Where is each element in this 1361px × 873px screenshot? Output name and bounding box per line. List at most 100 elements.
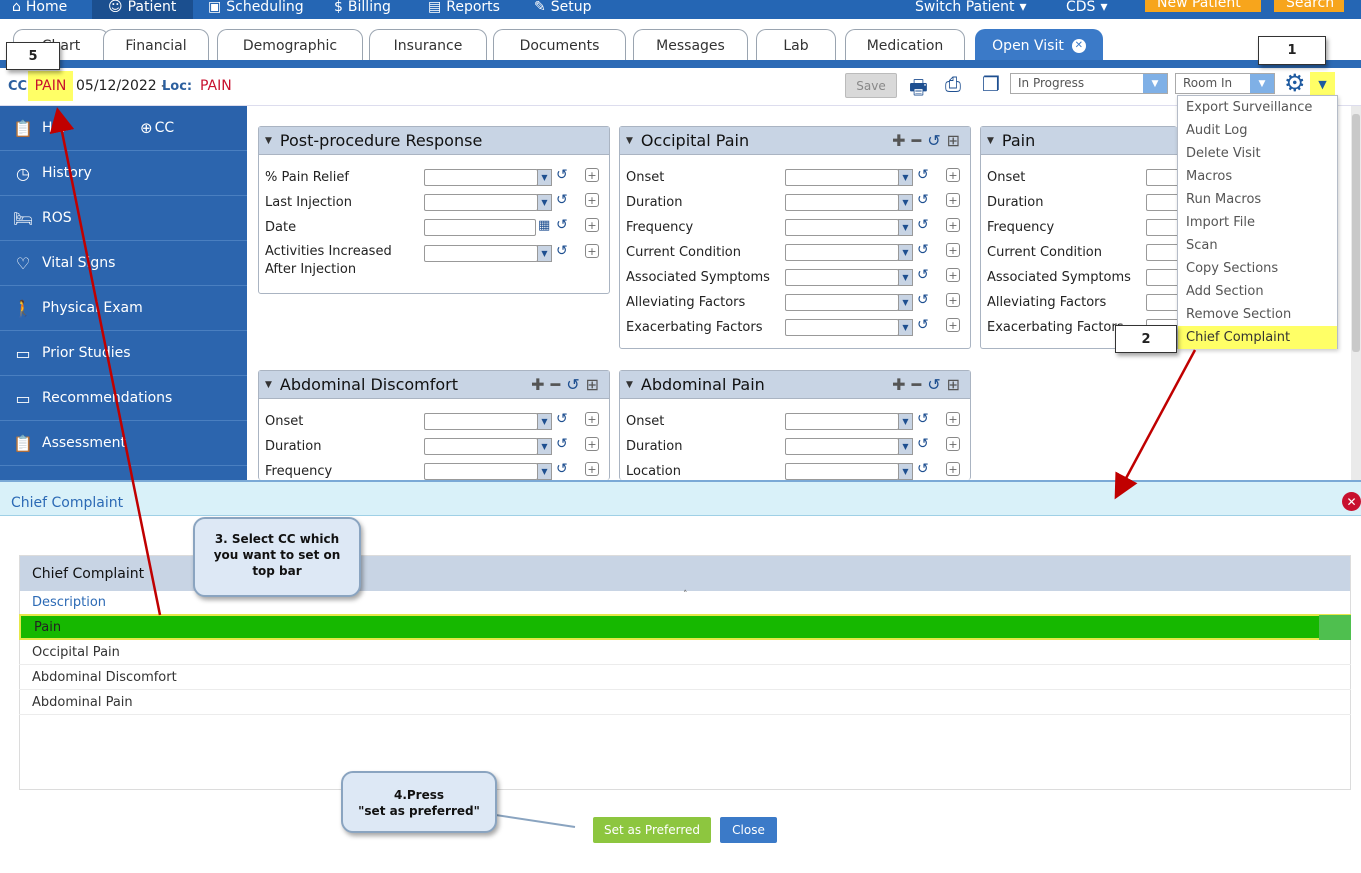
new-patient-button[interactable]: New Patient bbox=[1145, 0, 1261, 12]
collapse-caret-icon[interactable]: ▼ bbox=[265, 380, 272, 390]
tab-insurance[interactable]: Insurance bbox=[369, 29, 487, 61]
reset-icon[interactable]: ↺ bbox=[556, 167, 568, 183]
comment-add-icon[interactable]: + bbox=[946, 168, 960, 182]
print-icon[interactable]: 🖶 bbox=[909, 73, 928, 107]
value-field[interactable] bbox=[785, 413, 899, 430]
reset-icon[interactable]: ↺ bbox=[927, 131, 940, 150]
remove-icon[interactable]: ━ bbox=[912, 375, 922, 394]
scrollbar-thumb[interactable] bbox=[1352, 114, 1360, 352]
collapse-caret-icon[interactable]: ▼ bbox=[987, 136, 994, 146]
cc-value[interactable]: PAIN bbox=[28, 71, 73, 101]
dropdown-arrow-icon[interactable]: ▼ bbox=[898, 269, 913, 286]
gear-icon[interactable]: ⚙ bbox=[1284, 70, 1306, 96]
menu-delete-visit[interactable]: Delete Visit bbox=[1178, 142, 1337, 165]
tab-lab[interactable]: Lab bbox=[756, 29, 836, 61]
user-menu[interactable]: CDS ▾ bbox=[1066, 0, 1107, 19]
collapse-caret-icon[interactable]: ▼ bbox=[626, 380, 633, 390]
dropdown-arrow-icon[interactable]: ▼ bbox=[537, 194, 552, 211]
menu-import-file[interactable]: Import File bbox=[1178, 211, 1337, 234]
room-select[interactable]: Room In ▼ bbox=[1175, 73, 1275, 94]
sidebar-item-hpi[interactable]: 📋 HPI ⊕ CC bbox=[0, 106, 247, 151]
nav-setup[interactable]: ✎ Setup bbox=[534, 0, 591, 19]
nav-home[interactable]: ⌂ Home bbox=[12, 0, 67, 19]
nav-patient[interactable]: ☺ Patient bbox=[92, 0, 193, 19]
pain-relief-field[interactable] bbox=[424, 169, 538, 186]
comment-add-icon[interactable]: + bbox=[946, 462, 960, 476]
sidebar-item-assessment[interactable]: 📋 Assessment bbox=[0, 421, 247, 466]
value-field[interactable] bbox=[785, 269, 899, 286]
value-field[interactable] bbox=[424, 438, 538, 455]
dropdown-arrow-icon[interactable]: ▼ bbox=[537, 438, 552, 455]
sidebar-item-recommendations[interactable]: ▭ Recommendations bbox=[0, 376, 247, 421]
reset-icon[interactable]: ↺ bbox=[917, 242, 929, 258]
tab-demographic[interactable]: Demographic bbox=[217, 29, 363, 61]
comment-add-icon[interactable]: + bbox=[585, 412, 599, 426]
nav-scheduling[interactable]: ▣ Scheduling bbox=[208, 0, 304, 19]
calendar-icon[interactable]: ▦ bbox=[538, 218, 550, 233]
reset-icon[interactable]: ↺ bbox=[917, 192, 929, 208]
reset-icon[interactable]: ↺ bbox=[917, 217, 929, 233]
reset-icon[interactable]: ↺ bbox=[556, 243, 568, 259]
collapse-caret-icon[interactable]: ▼ bbox=[626, 136, 633, 146]
comment-add-icon[interactable]: + bbox=[585, 244, 599, 258]
cc-row-occipital-pain[interactable]: Occipital Pain bbox=[19, 640, 1351, 665]
add-icon[interactable]: ✚ bbox=[892, 131, 905, 150]
comment-add-icon[interactable]: + bbox=[585, 462, 599, 476]
close-button[interactable]: Close bbox=[720, 817, 777, 843]
dropdown-arrow-icon[interactable]: ▼ bbox=[898, 413, 913, 430]
sidebar-item-physical-exam[interactable]: 🚶 Physical Exam bbox=[0, 286, 247, 331]
dropdown-arrow-icon[interactable]: ▼ bbox=[537, 169, 552, 186]
dropdown-arrow-icon[interactable]: ▼ bbox=[898, 244, 913, 261]
comment-add-icon[interactable]: + bbox=[585, 218, 599, 232]
dropdown-arrow-icon[interactable]: ▼ bbox=[898, 219, 913, 236]
sidebar-item-ros[interactable]: 🛏 ROS bbox=[0, 196, 247, 241]
sidebar-item-history[interactable]: ◷ History bbox=[0, 151, 247, 196]
reset-icon[interactable]: ↺ bbox=[566, 375, 579, 394]
comment-add-icon[interactable]: ⊞ bbox=[586, 375, 599, 394]
reset-icon[interactable]: ↺ bbox=[556, 461, 568, 477]
save-button[interactable]: Save bbox=[845, 73, 897, 98]
nav-reports[interactable]: ▤ Reports bbox=[428, 0, 500, 19]
status-select[interactable]: In Progress ▼ bbox=[1010, 73, 1168, 94]
copy-icon[interactable]: ❐ bbox=[982, 72, 1000, 96]
comment-add-icon[interactable]: + bbox=[585, 168, 599, 182]
panel-header[interactable]: ▼ Occipital Pain ✚ ━ ↺ ⊞ bbox=[620, 127, 970, 155]
comment-add-icon[interactable]: + bbox=[946, 412, 960, 426]
search-button[interactable]: Search bbox=[1274, 0, 1344, 12]
settings-dropdown-toggle[interactable]: ▼ bbox=[1310, 72, 1335, 97]
dropdown-arrow-icon[interactable]: ▼ bbox=[898, 463, 913, 480]
date-field[interactable] bbox=[424, 219, 536, 236]
reset-icon[interactable]: ↺ bbox=[556, 411, 568, 427]
sidebar-cc-button[interactable]: ⊕ CC bbox=[140, 119, 174, 137]
reset-icon[interactable]: ↺ bbox=[927, 375, 940, 394]
reset-icon[interactable]: ↺ bbox=[556, 436, 568, 452]
value-field[interactable] bbox=[785, 294, 899, 311]
last-injection-field[interactable] bbox=[424, 194, 538, 211]
cc-row-pain[interactable]: Pain bbox=[19, 614, 1351, 640]
comment-add-icon[interactable]: + bbox=[946, 243, 960, 257]
comment-add-icon[interactable]: + bbox=[946, 318, 960, 332]
dropdown-arrow-icon[interactable]: ▼ bbox=[537, 245, 552, 262]
reset-icon[interactable]: ↺ bbox=[556, 192, 568, 208]
dropdown-arrow-icon[interactable]: ▼ bbox=[537, 463, 552, 480]
remove-icon[interactable]: ━ bbox=[912, 131, 922, 150]
comment-add-icon[interactable]: + bbox=[585, 437, 599, 451]
menu-copy-sections[interactable]: Copy Sections bbox=[1178, 257, 1337, 280]
dropdown-arrow-icon[interactable]: ▼ bbox=[898, 169, 913, 186]
dropdown-arrow-icon[interactable]: ▼ bbox=[898, 294, 913, 311]
sidebar-item-vital-signs[interactable]: ♡ Vital Signs bbox=[0, 241, 247, 286]
comment-add-icon[interactable]: + bbox=[946, 193, 960, 207]
value-field[interactable] bbox=[785, 169, 899, 186]
tab-financial[interactable]: Financial bbox=[103, 29, 209, 61]
reset-icon[interactable]: ↺ bbox=[917, 167, 929, 183]
menu-chief-complaint[interactable]: Chief Complaint bbox=[1178, 326, 1337, 349]
reset-icon[interactable]: ↺ bbox=[917, 411, 929, 427]
reset-icon[interactable]: ↺ bbox=[556, 217, 568, 233]
dropdown-arrow-icon[interactable]: ▼ bbox=[898, 438, 913, 455]
value-field[interactable] bbox=[785, 463, 899, 480]
reset-icon[interactable]: ↺ bbox=[917, 461, 929, 477]
print-list-icon[interactable]: ⎙ bbox=[945, 72, 961, 96]
tab-medication[interactable]: Medication bbox=[845, 29, 965, 61]
value-field[interactable] bbox=[424, 463, 538, 480]
comment-add-icon[interactable]: + bbox=[946, 293, 960, 307]
